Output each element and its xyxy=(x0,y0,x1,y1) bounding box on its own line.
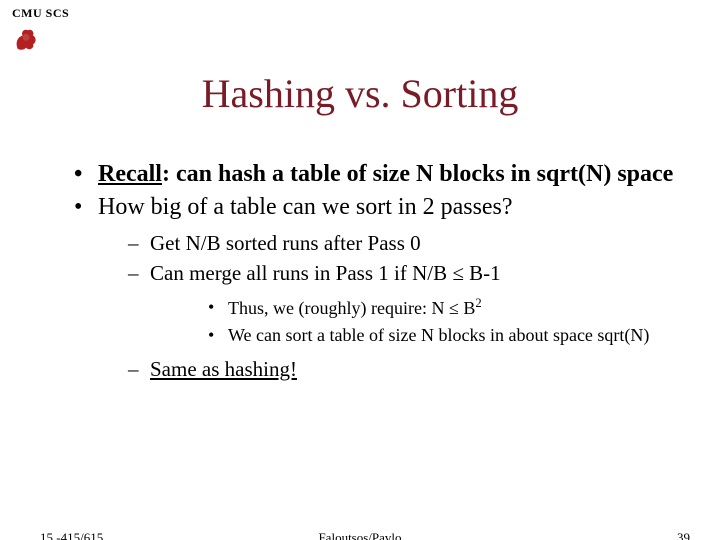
header: CMU SCS xyxy=(12,6,69,58)
require-superscript: 2 xyxy=(475,296,481,310)
org-label: CMU SCS xyxy=(12,6,69,21)
recall-label: Recall xyxy=(98,161,162,187)
slide-title: Hashing vs. Sorting xyxy=(0,70,720,117)
question-text: How big of a table can we sort in 2 pass… xyxy=(98,194,513,220)
slide-body: Recall: can hash a table of size N block… xyxy=(70,160,680,387)
griffin-logo-icon xyxy=(12,25,40,53)
require-text: Thus, we (roughly) require: N ≤ B xyxy=(228,298,475,318)
subsub-sort: We can sort a table of size N blocks in … xyxy=(150,323,680,347)
bullet-list: Recall: can hash a table of size N block… xyxy=(70,160,680,383)
recall-text: : can hash a table of size N blocks in s… xyxy=(162,161,673,187)
sub-same: Same as hashing! xyxy=(98,355,680,383)
sub-sub-list: Thus, we (roughly) require: N ≤ B2 We ca… xyxy=(150,295,680,347)
footer-page-number: 39 xyxy=(677,530,690,540)
sub-merge-text: Can merge all runs in Pass 1 if N/B ≤ B-… xyxy=(150,261,501,285)
bullet-recall: Recall: can hash a table of size N block… xyxy=(70,160,680,189)
sub-runs: Get N/B sorted runs after Pass 0 xyxy=(98,229,680,257)
bullet-question: How big of a table can we sort in 2 pass… xyxy=(70,193,680,383)
sub-merge: Can merge all runs in Pass 1 if N/B ≤ B-… xyxy=(98,259,680,347)
subsub-require: Thus, we (roughly) require: N ≤ B2 xyxy=(150,295,680,320)
footer-authors: Faloutsos/Pavlo xyxy=(0,530,720,540)
same-text: Same as hashing! xyxy=(150,357,297,381)
header-block: CMU SCS xyxy=(12,6,69,58)
sub-list: Get N/B sorted runs after Pass 0 Can mer… xyxy=(98,229,680,384)
slide: CMU SCS Hashing vs. Sorting Recall: can … xyxy=(0,0,720,540)
